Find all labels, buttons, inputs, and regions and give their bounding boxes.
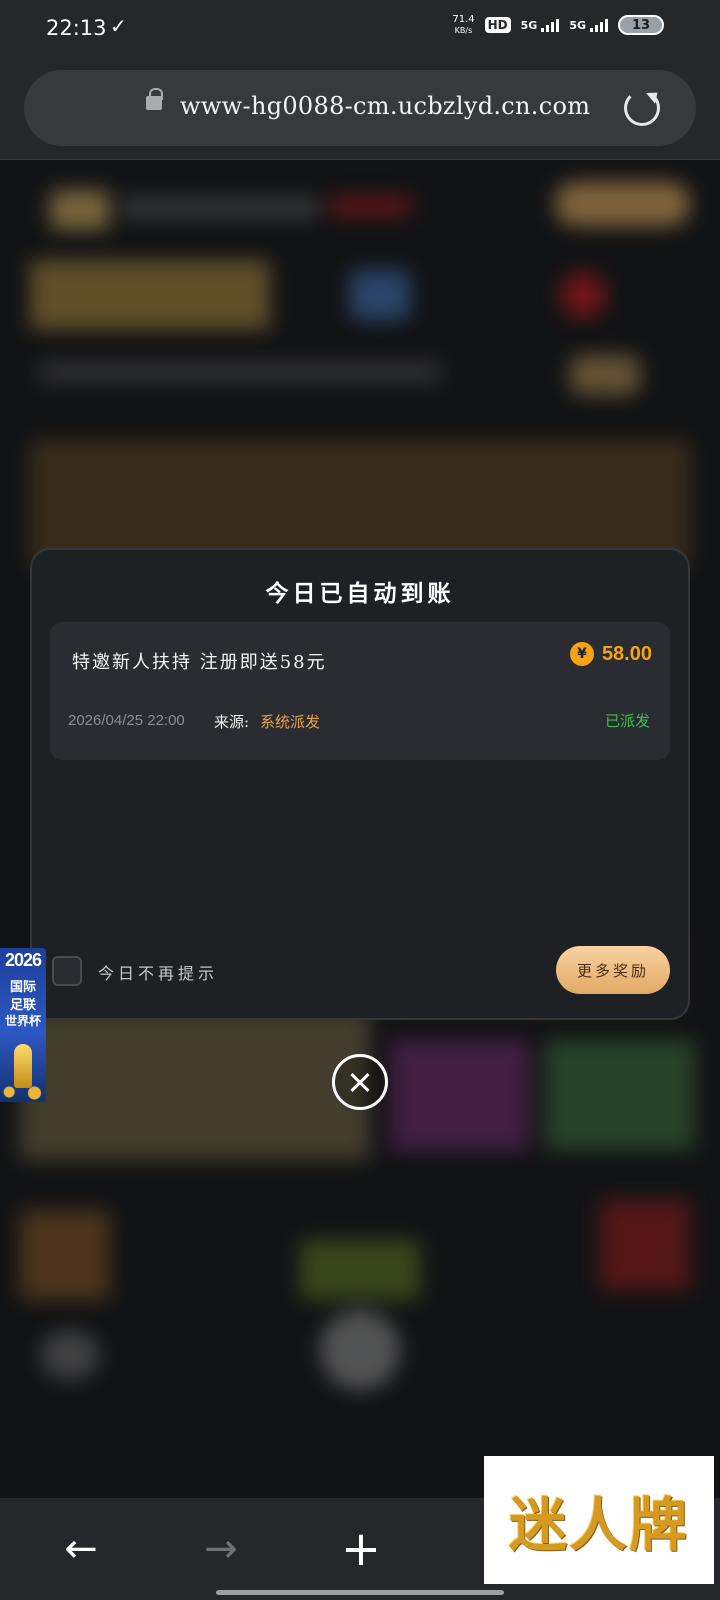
source-value: 系统派发 <box>260 713 321 731</box>
network-speed-value: 71.4 <box>452 14 475 25</box>
reward-amount-value: 58.00 <box>601 642 652 665</box>
signal-sim1-icon: 5G <box>520 18 560 32</box>
forward-arrow-icon[interactable]: → <box>196 1524 246 1574</box>
reward-card: 特邀新人扶持 注册即送58元 ¥ 58.00 2026/04/25 22:00 … <box>50 622 670 760</box>
dialog-title: 今日已自动到账 <box>265 580 455 607</box>
back-arrow-icon[interactable]: ← <box>56 1524 106 1574</box>
dont-show-checkbox[interactable] <box>52 956 82 986</box>
status-indicators: 71.4 KB/s HD 5G 5G 13 <box>452 14 664 36</box>
source-label: 来源: <box>214 713 250 731</box>
more-rewards-button[interactable]: 更多奖励 <box>556 946 670 994</box>
hd-voice-icon: HD <box>484 17 511 33</box>
sim1-network-type: 5G <box>520 18 538 32</box>
network-speed: 71.4 KB/s <box>452 14 474 36</box>
yen-coin-icon: ¥ <box>569 642 594 666</box>
network-speed-unit: KB/s <box>454 26 473 35</box>
status-bar: 22:13 ✓ 71.4 KB/s HD 5G 5G 13 <box>0 0 720 58</box>
lock-icon <box>146 88 163 110</box>
watermark-text: 迷人牌 <box>508 1491 689 1559</box>
close-icon[interactable] <box>332 1054 388 1110</box>
reward-title: 特邀新人扶持 注册即送58元 <box>72 652 327 673</box>
signal-sim2-icon: 5G <box>569 18 608 32</box>
badge-line-2: 足联 <box>9 998 36 1013</box>
watermark-logo: 迷人牌 <box>484 1456 714 1584</box>
download-complete-icon: ✓ <box>110 14 127 38</box>
badge-year: 2026 <box>4 950 42 970</box>
world-cup-badge[interactable]: 2026 国际 足联 世界杯 <box>0 948 46 1102</box>
coins-icon <box>0 1082 46 1102</box>
reward-date: 2026/04/25 22:00 <box>68 712 185 729</box>
sim2-network-type: 5G <box>569 18 586 32</box>
battery-level: 13 <box>631 17 651 33</box>
url-text[interactable]: www-hg0088-cm.ucbzlyd.cn.com <box>180 92 590 120</box>
battery-icon: 13 <box>618 15 664 35</box>
badge-line-1: 国际 <box>9 980 36 995</box>
status-badge: 已派发 <box>604 712 650 730</box>
reload-icon[interactable] <box>624 90 660 126</box>
reward-amount: ¥ 58.00 <box>569 642 652 666</box>
gesture-bar[interactable] <box>216 1590 504 1595</box>
auto-credit-dialog: 今日已自动到账 特邀新人扶持 注册即送58元 ¥ 58.00 2026/04/2… <box>30 548 690 1020</box>
browser-toolbar: www-hg0088-cm.ucbzlyd.cn.com <box>0 58 720 160</box>
status-time: 22:13 <box>46 16 107 40</box>
address-bar[interactable]: www-hg0088-cm.ucbzlyd.cn.com <box>24 70 696 146</box>
badge-line-3: 世界杯 <box>4 1014 41 1028</box>
dont-show-label[interactable]: 今日不再提示 <box>98 960 218 984</box>
new-tab-plus-icon[interactable]: + <box>336 1524 386 1574</box>
